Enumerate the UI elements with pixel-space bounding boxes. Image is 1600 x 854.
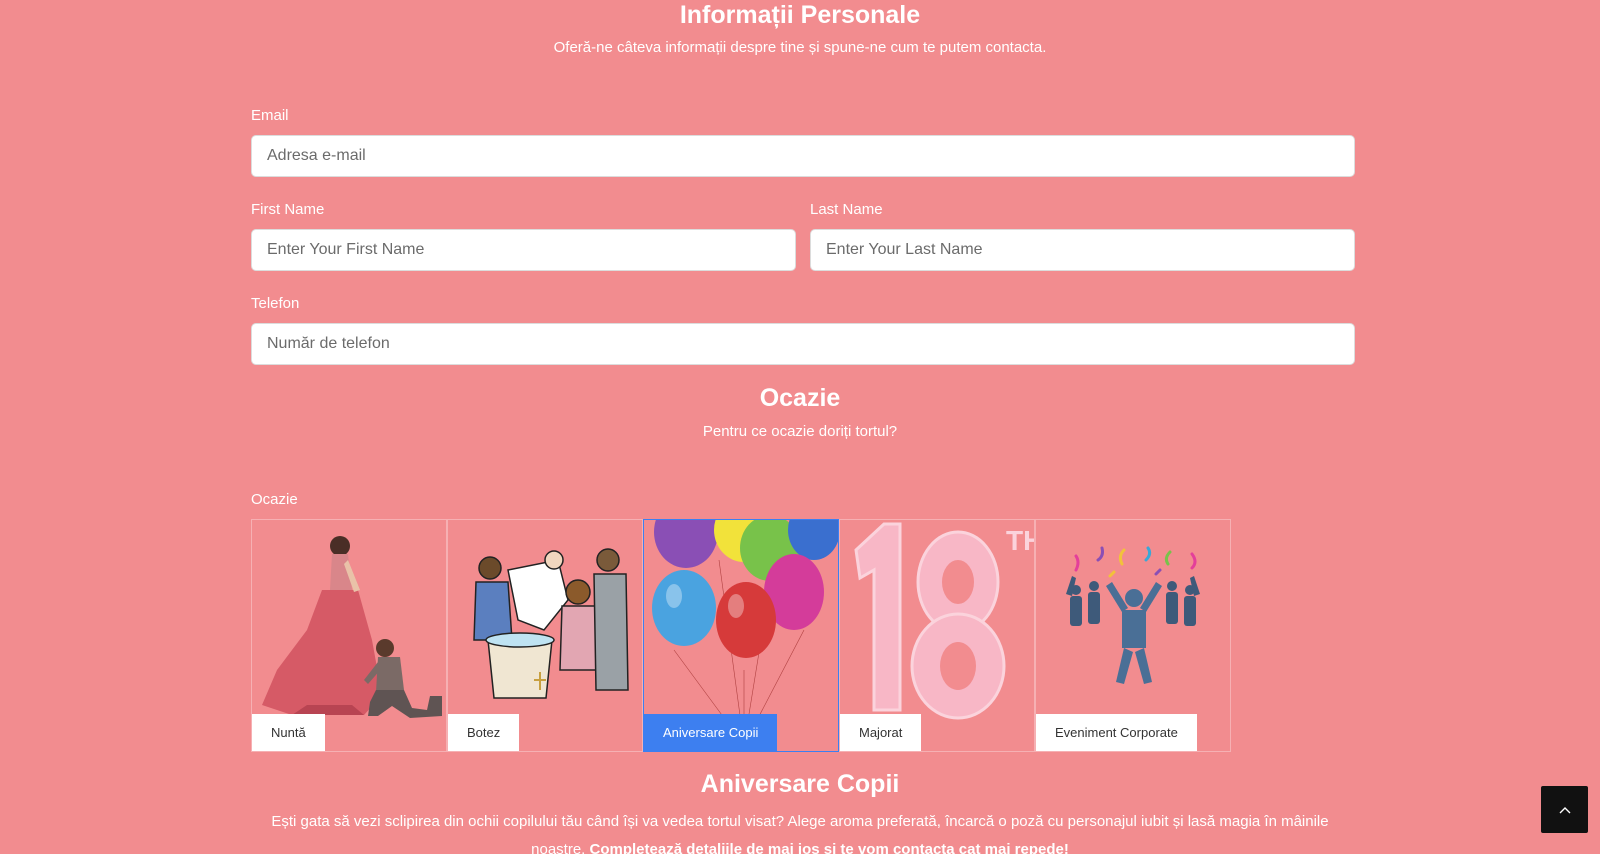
occasion-title: Ocazie bbox=[759, 384, 841, 412]
occasion-field-label: Ocazie bbox=[251, 491, 298, 508]
chevron-up-icon bbox=[1559, 806, 1570, 813]
last-name-field[interactable] bbox=[810, 229, 1355, 271]
occasion-option-botez[interactable]: Botez bbox=[447, 519, 643, 752]
personal-info-subtitle: Oferă-ne câteva informații despre tine ș… bbox=[553, 39, 1047, 56]
phone-label: Telefon bbox=[251, 295, 300, 312]
occasion-options: Nuntă Botez Aniversare Copii T Majorat E… bbox=[251, 519, 1231, 752]
occasion-option-majorat[interactable]: TH Majorat bbox=[839, 519, 1035, 752]
occasion-option-label: Aniversare Copii bbox=[644, 714, 778, 751]
first-name-field[interactable] bbox=[251, 229, 796, 271]
email-label: Email bbox=[251, 107, 289, 124]
selected-occasion-description: Ești gata să vezi sclipirea din ochii co… bbox=[250, 808, 1350, 854]
occasion-option-nunta[interactable]: Nuntă bbox=[251, 519, 447, 752]
svg-text:TH: TH bbox=[1006, 525, 1035, 556]
description-cta: Completează detaliile de mai jos și te v… bbox=[589, 841, 1069, 854]
occasion-option-label: Eveniment Corporate bbox=[1036, 714, 1197, 751]
personal-info-title: Informații Personale bbox=[679, 1, 921, 29]
last-name-label: Last Name bbox=[810, 201, 883, 218]
occasion-subtitle: Pentru ce ocazie doriți tortul? bbox=[702, 423, 898, 440]
first-name-label: First Name bbox=[251, 201, 325, 218]
phone-field[interactable] bbox=[251, 323, 1355, 365]
email-field[interactable] bbox=[251, 135, 1355, 177]
occasion-option-aniversare-copii[interactable]: Aniversare Copii bbox=[643, 519, 839, 752]
occasion-option-eveniment-corporate[interactable]: Eveniment Corporate bbox=[1035, 519, 1231, 752]
occasion-option-label: Botez bbox=[448, 714, 520, 751]
scroll-to-top-button[interactable] bbox=[1541, 786, 1588, 833]
selected-occasion-title: Aniversare Copii bbox=[700, 770, 900, 798]
occasion-option-label: Nuntă bbox=[252, 714, 325, 751]
occasion-option-label: Majorat bbox=[840, 714, 922, 751]
